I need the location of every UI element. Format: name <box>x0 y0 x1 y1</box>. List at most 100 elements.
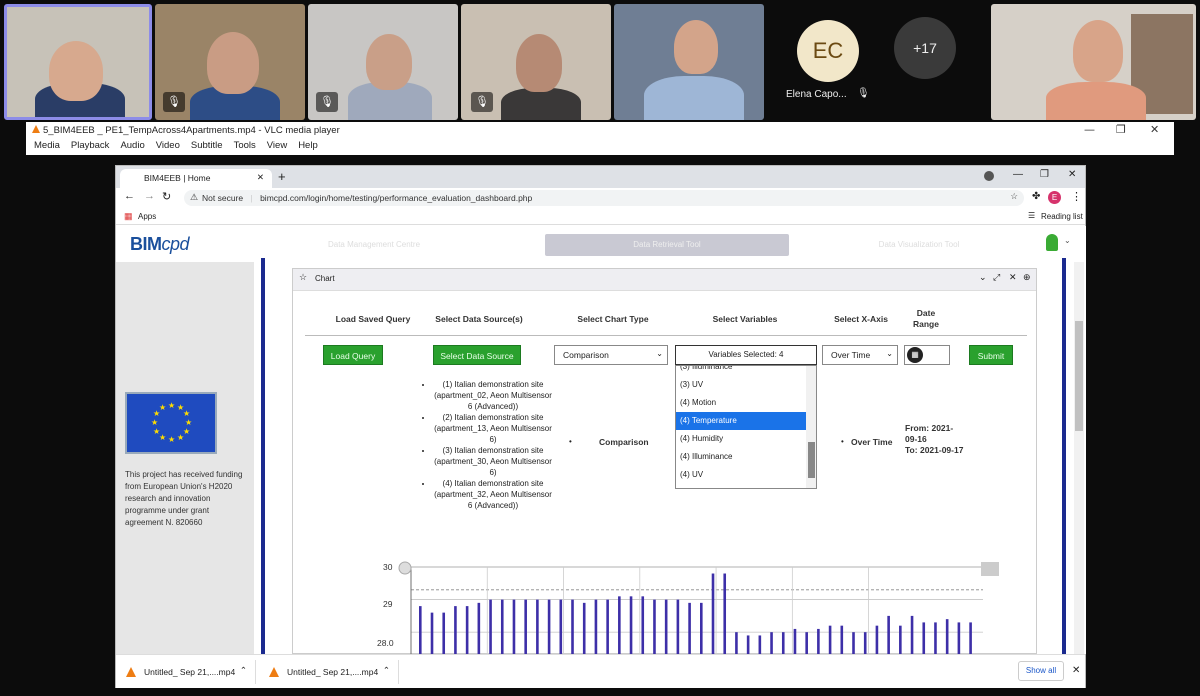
bar[interactable] <box>852 632 855 654</box>
chevron-down-icon[interactable]: ⌄ <box>1064 236 1071 245</box>
bar[interactable] <box>934 622 937 654</box>
close-icon[interactable]: ✕ <box>1068 169 1076 180</box>
nav-data-management[interactable]: Data Management Centre <box>294 234 454 256</box>
bar[interactable] <box>419 606 422 654</box>
bar[interactable] <box>500 599 504 654</box>
menu-tools[interactable]: Tools <box>234 140 256 151</box>
bar[interactable] <box>863 632 867 654</box>
bar[interactable] <box>524 599 527 654</box>
bar[interactable] <box>477 602 481 654</box>
bar[interactable] <box>910 615 914 654</box>
page-scrollbar[interactable] <box>1074 262 1084 654</box>
close-icon[interactable]: ✕ <box>1072 665 1080 676</box>
scroll-thumb[interactable] <box>1075 321 1083 431</box>
bar[interactable] <box>454 606 457 654</box>
close-icon[interactable]: ✕ <box>1150 123 1159 136</box>
variables-dropdown[interactable]: (3) Illuminance (3) UV (4) Motion (4) Te… <box>675 365 817 489</box>
dropdown-scroll-thumb[interactable] <box>808 442 815 478</box>
menu-help[interactable]: Help <box>298 140 318 151</box>
reading-list[interactable]: Reading list <box>1041 212 1083 221</box>
bar[interactable] <box>547 599 551 654</box>
chevron-up-icon[interactable]: ⌃ <box>240 665 247 676</box>
extensions-icon[interactable]: ✤ <box>1032 191 1040 202</box>
close-icon[interactable]: ✕ <box>1009 272 1017 283</box>
more-participants-button[interactable]: +17 <box>894 17 956 79</box>
participant-tile-6[interactable] <box>991 4 1196 120</box>
browser-menu-icon[interactable]: ⋮ <box>1071 190 1082 203</box>
bar[interactable] <box>711 573 715 654</box>
chart-type-select[interactable]: Comparison ⌄ <box>554 345 668 365</box>
bar[interactable] <box>805 632 808 654</box>
reading-list-icon[interactable]: ☰ <box>1028 211 1035 220</box>
option-4-uv[interactable]: (4) UV <box>676 466 806 484</box>
bar[interactable] <box>641 596 645 654</box>
expand-icon[interactable]: ⤢ <box>993 272 1000 283</box>
bar[interactable] <box>430 612 434 654</box>
option-4-humidity[interactable]: (4) Humidity <box>676 430 806 448</box>
menu-media[interactable]: Media <box>34 140 60 151</box>
bar[interactable] <box>465 606 469 654</box>
nav-data-retrieval[interactable]: Data Retrieval Tool <box>545 234 789 256</box>
download-item[interactable]: Untitled_ Sep 21,....mp4 ⌃ <box>259 660 399 684</box>
menu-view[interactable]: View <box>267 140 287 151</box>
bar[interactable] <box>957 622 961 654</box>
bar[interactable] <box>594 599 598 654</box>
select-data-source-button[interactable]: Select Data Source <box>433 345 521 365</box>
dropdown-scrollbar[interactable] <box>806 366 816 488</box>
bar[interactable] <box>606 599 609 654</box>
download-item[interactable]: Untitled_ Sep 21,....mp4 ⌃ <box>116 660 256 684</box>
participant-tile-3[interactable]: 🎙 <box>308 4 458 120</box>
restore-icon[interactable]: ❐ <box>1040 169 1049 180</box>
bimcpd-logo[interactable]: BIMcpd <box>130 234 190 255</box>
bar[interactable] <box>723 573 727 654</box>
menu-playback[interactable]: Playback <box>71 140 110 151</box>
option-4-illuminance[interactable]: (4) Illuminance <box>676 448 806 466</box>
load-query-button[interactable]: Load Query <box>323 345 383 365</box>
bar[interactable] <box>828 625 832 654</box>
new-tab-icon[interactable]: + <box>278 169 286 184</box>
bar[interactable] <box>840 625 844 654</box>
variables-select[interactable]: Variables Selected: 4 <box>675 345 817 365</box>
tab-search-icon[interactable] <box>984 171 994 181</box>
participant-tile-1[interactable] <box>4 4 152 120</box>
reload-icon[interactable]: ↻ <box>162 190 171 203</box>
bar[interactable] <box>793 628 797 654</box>
tab-close-icon[interactable]: ✕ <box>257 172 264 183</box>
forward-icon[interactable]: → <box>144 190 155 202</box>
avatar[interactable]: EC <box>797 20 859 82</box>
option-4-temperature[interactable]: (4) Temperature <box>676 412 806 430</box>
participant-tile-2[interactable]: 🎙 <box>155 4 305 120</box>
bar[interactable] <box>770 632 773 654</box>
apps-icon[interactable]: ▦ <box>124 211 133 222</box>
bar[interactable] <box>676 599 680 654</box>
bar[interactable] <box>700 602 703 654</box>
bar[interactable] <box>582 602 586 654</box>
bar[interactable] <box>536 599 539 654</box>
calendar-icon[interactable]: ▦ <box>907 347 923 363</box>
minimize-icon[interactable]: — <box>1013 169 1023 180</box>
bar[interactable] <box>664 599 668 654</box>
bar[interactable] <box>571 599 574 654</box>
bookmark-apps[interactable]: Apps <box>138 212 156 221</box>
participant-tile-4[interactable]: 🎙 <box>461 4 611 120</box>
bar[interactable] <box>559 599 563 654</box>
bar[interactable] <box>629 596 633 654</box>
bar[interactable] <box>618 596 621 654</box>
show-all-button[interactable]: Show all <box>1018 661 1064 681</box>
bar[interactable] <box>969 622 972 654</box>
tab-bim4eeb[interactable]: BIM4EEB | Home ✕ <box>120 169 272 188</box>
bar[interactable] <box>489 599 492 654</box>
url-field[interactable]: ⚠ Not secure | bimcpd.com/login/home/tes… <box>184 190 1024 206</box>
nav-data-visualization[interactable]: Data Visualization Tool <box>844 234 994 256</box>
bar[interactable] <box>746 635 750 654</box>
bar[interactable] <box>887 615 890 654</box>
bar[interactable] <box>688 602 691 654</box>
menu-audio[interactable]: Audio <box>120 140 144 151</box>
submit-button[interactable]: Submit <box>969 345 1013 365</box>
bar[interactable] <box>781 632 785 654</box>
collapse-icon[interactable]: ⌄ <box>979 272 987 283</box>
date-range-field[interactable]: ▦ <box>904 345 950 365</box>
range-slider-handle-left[interactable] <box>398 561 412 575</box>
back-icon[interactable]: ← <box>124 190 135 202</box>
minimize-icon[interactable]: — <box>1084 123 1095 136</box>
